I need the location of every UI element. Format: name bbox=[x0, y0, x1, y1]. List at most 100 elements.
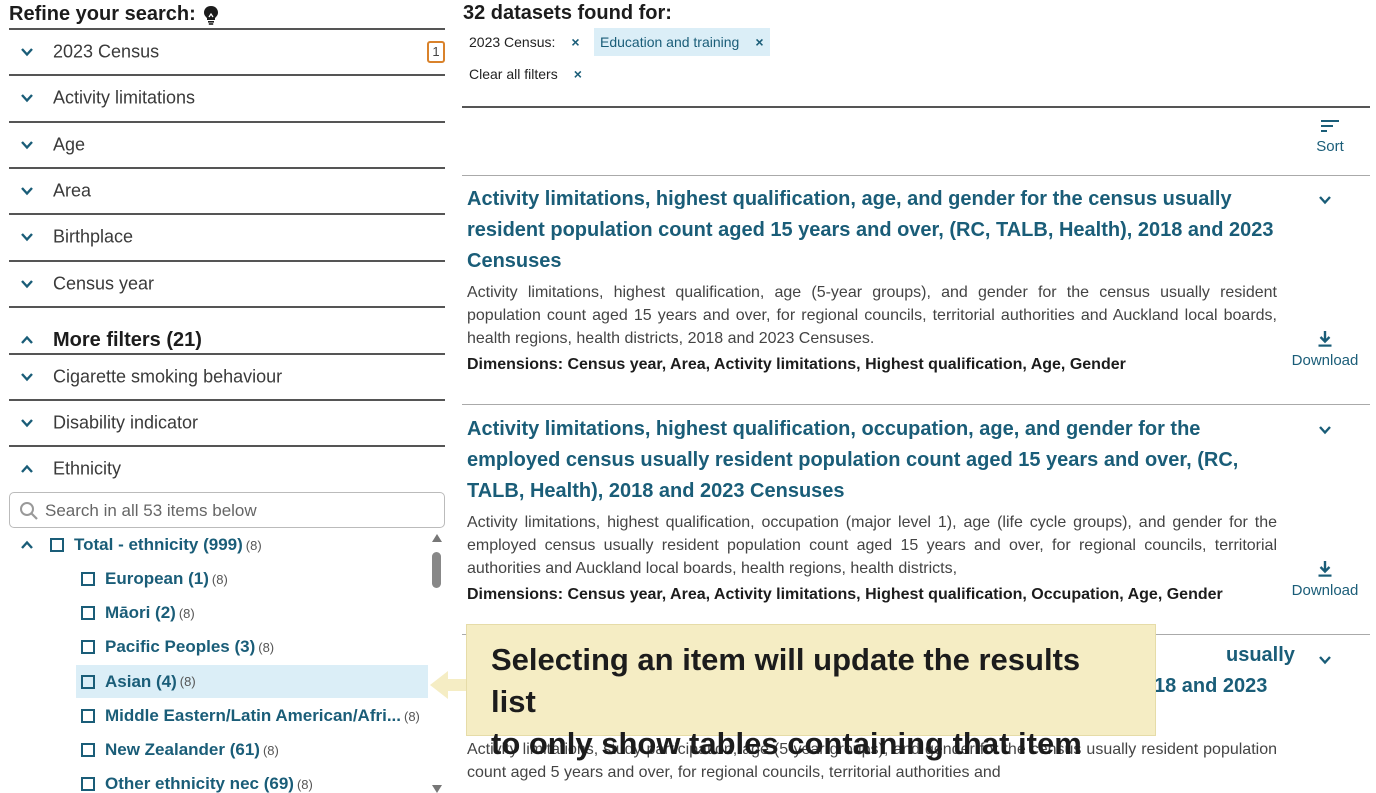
scroll-down-arrow-icon[interactable] bbox=[432, 785, 442, 793]
chevron-down-icon bbox=[21, 141, 33, 150]
facet-age[interactable]: Age bbox=[9, 121, 445, 167]
result-dimensions: Dimensions: Census year, Area, Activity … bbox=[467, 356, 1277, 374]
callout-arrow-icon bbox=[430, 671, 468, 699]
more-filters-label: More filters (21) bbox=[53, 329, 202, 351]
remove-filter-icon[interactable]: × bbox=[574, 66, 582, 82]
tree-item-other-ethnicity[interactable]: Other ethnicity nec (69) (8) bbox=[81, 769, 313, 793]
chevron-down-icon bbox=[21, 187, 33, 196]
tree-item-count: (8) bbox=[245, 537, 262, 553]
callout-line-2: to only show tables containing that item bbox=[491, 726, 1082, 761]
refine-panel: Refine your search: 2023 Census 1 Activi… bbox=[0, 0, 450, 793]
filter-chip-2023-census: 2023 Census: × bbox=[463, 28, 586, 56]
chevron-up-icon[interactable] bbox=[20, 539, 34, 551]
result-item: Activity limitations, highest qualificat… bbox=[467, 184, 1277, 374]
chevron-down-icon bbox=[21, 94, 33, 103]
tree-item-label: Pacific Peoples (3) bbox=[105, 637, 256, 656]
checkbox[interactable] bbox=[50, 538, 64, 552]
facet-label: 2023 Census bbox=[53, 41, 160, 62]
dims-prefix: Dimensions: bbox=[467, 356, 564, 373]
chevron-down-icon bbox=[21, 373, 33, 382]
tree-item-count: (8) bbox=[258, 639, 275, 655]
facet-census-year[interactable]: Census year bbox=[9, 260, 445, 306]
checkbox[interactable] bbox=[81, 640, 95, 654]
facet-label: Census year bbox=[53, 273, 155, 294]
tree-item-count: (8) bbox=[178, 605, 195, 621]
download-button[interactable]: Download bbox=[1282, 560, 1368, 599]
facet-label: Cigarette smoking behaviour bbox=[53, 366, 283, 387]
callout-line-1: Selecting an item will update the result… bbox=[491, 642, 1081, 719]
tree-item-count: (8) bbox=[296, 776, 313, 792]
checkbox[interactable] bbox=[81, 572, 95, 586]
search-icon bbox=[20, 502, 38, 520]
chevron-down-icon bbox=[21, 48, 33, 57]
chevron-up-icon bbox=[21, 335, 33, 344]
facet-count-badge: 1 bbox=[427, 41, 445, 63]
download-label: Download bbox=[1291, 582, 1359, 599]
refine-title-text: Refine your search: bbox=[9, 3, 196, 25]
result-title-link[interactable]: Activity limitations, highest qualificat… bbox=[467, 184, 1277, 277]
facet-activity-limitations[interactable]: Activity limitations bbox=[9, 74, 445, 120]
expand-chevron-down-icon[interactable] bbox=[1318, 654, 1332, 666]
tree-scrollbar[interactable] bbox=[430, 534, 444, 793]
tree-item-count: (8) bbox=[211, 571, 228, 587]
ethnicity-search-input[interactable] bbox=[45, 498, 435, 524]
sort-label: Sort bbox=[1316, 138, 1344, 155]
checkbox[interactable] bbox=[81, 709, 95, 723]
result-description: Activity limitations, highest qualificat… bbox=[467, 284, 1277, 347]
facet-ethnicity[interactable]: Ethnicity bbox=[9, 445, 445, 491]
ethnicity-search-box bbox=[9, 492, 445, 528]
facet-label: Disability indicator bbox=[53, 412, 199, 433]
tree-item-label: New Zealander (61) bbox=[105, 740, 260, 759]
checkbox[interactable] bbox=[81, 743, 95, 757]
tree-item-label: Māori (2) bbox=[105, 603, 176, 622]
result-title-link[interactable]: Activity limitations, highest qualificat… bbox=[467, 414, 1277, 507]
expand-chevron-down-icon[interactable] bbox=[1318, 194, 1332, 206]
facet-disability-indicator[interactable]: Disability indicator bbox=[9, 399, 445, 445]
lightbulb-icon bbox=[203, 5, 218, 25]
tree-item-european[interactable]: European (1) (8) bbox=[81, 564, 228, 594]
tree-item-asian[interactable]: Asian (4) (8) bbox=[76, 665, 428, 698]
result-title-fragment[interactable]: 18 and 2023 bbox=[1154, 675, 1267, 698]
tree-item-maori[interactable]: Māori (2) (8) bbox=[81, 598, 195, 628]
row-divider bbox=[462, 404, 1370, 405]
tree-item-label: Total - ethnicity (999) bbox=[74, 535, 243, 554]
more-filters-toggle[interactable]: More filters (21) bbox=[9, 306, 445, 354]
ethnicity-tree: Total - ethnicity (999) (8) European (1)… bbox=[9, 530, 429, 793]
remove-filter-icon[interactable]: × bbox=[571, 34, 579, 50]
tree-item-total-ethnicity[interactable]: Total - ethnicity (999) (8) bbox=[20, 530, 262, 560]
remove-filter-icon[interactable]: × bbox=[755, 34, 763, 50]
facet-label: Ethnicity bbox=[53, 458, 122, 479]
facet-label: Age bbox=[53, 134, 86, 155]
facet-area[interactable]: Area bbox=[9, 167, 445, 213]
facet-cigarette-smoking[interactable]: Cigarette smoking behaviour bbox=[9, 353, 445, 399]
facet-label: Area bbox=[53, 180, 92, 201]
tree-item-new-zealander[interactable]: New Zealander (61) (8) bbox=[81, 735, 279, 765]
scroll-thumb[interactable] bbox=[432, 552, 441, 588]
checkbox[interactable] bbox=[81, 674, 95, 689]
chevron-down-icon bbox=[21, 233, 33, 242]
tree-item-melaa[interactable]: Middle Eastern/Latin American/Afri... (8… bbox=[81, 701, 420, 731]
tree-item-pacific-peoples[interactable]: Pacific Peoples (3) (8) bbox=[81, 632, 274, 662]
tree-item-label: European (1) bbox=[105, 569, 209, 588]
clear-all-filters-button[interactable]: Clear all filters × bbox=[463, 60, 588, 88]
chip-label: 2023 Census: bbox=[469, 34, 556, 50]
result-dimensions: Dimensions: Census year, Area, Activity … bbox=[467, 586, 1277, 604]
facet-label: Birthplace bbox=[53, 226, 134, 247]
facet-birthplace[interactable]: Birthplace bbox=[9, 213, 445, 259]
download-label: Download bbox=[1291, 352, 1359, 369]
tree-item-count: (8) bbox=[404, 708, 420, 724]
facet-2023-census[interactable]: 2023 Census 1 bbox=[9, 28, 445, 74]
result-title-fragment[interactable]: usually bbox=[1226, 644, 1295, 667]
download-icon bbox=[1318, 331, 1332, 347]
tree-item-count: (8) bbox=[179, 674, 196, 689]
expand-chevron-down-icon[interactable] bbox=[1318, 424, 1332, 436]
download-button[interactable]: Download bbox=[1282, 330, 1368, 369]
filter-chip-education-training: Education and training × bbox=[594, 28, 770, 56]
checkbox[interactable] bbox=[81, 606, 95, 620]
tree-item-label: Asian (4) bbox=[105, 671, 177, 691]
scroll-up-arrow-icon[interactable] bbox=[432, 534, 442, 542]
tree-item-label: Middle Eastern/Latin American/Afri... bbox=[105, 706, 401, 725]
checkbox[interactable] bbox=[81, 777, 95, 791]
chevron-up-icon bbox=[21, 464, 33, 473]
sort-button[interactable]: Sort bbox=[1302, 118, 1358, 155]
